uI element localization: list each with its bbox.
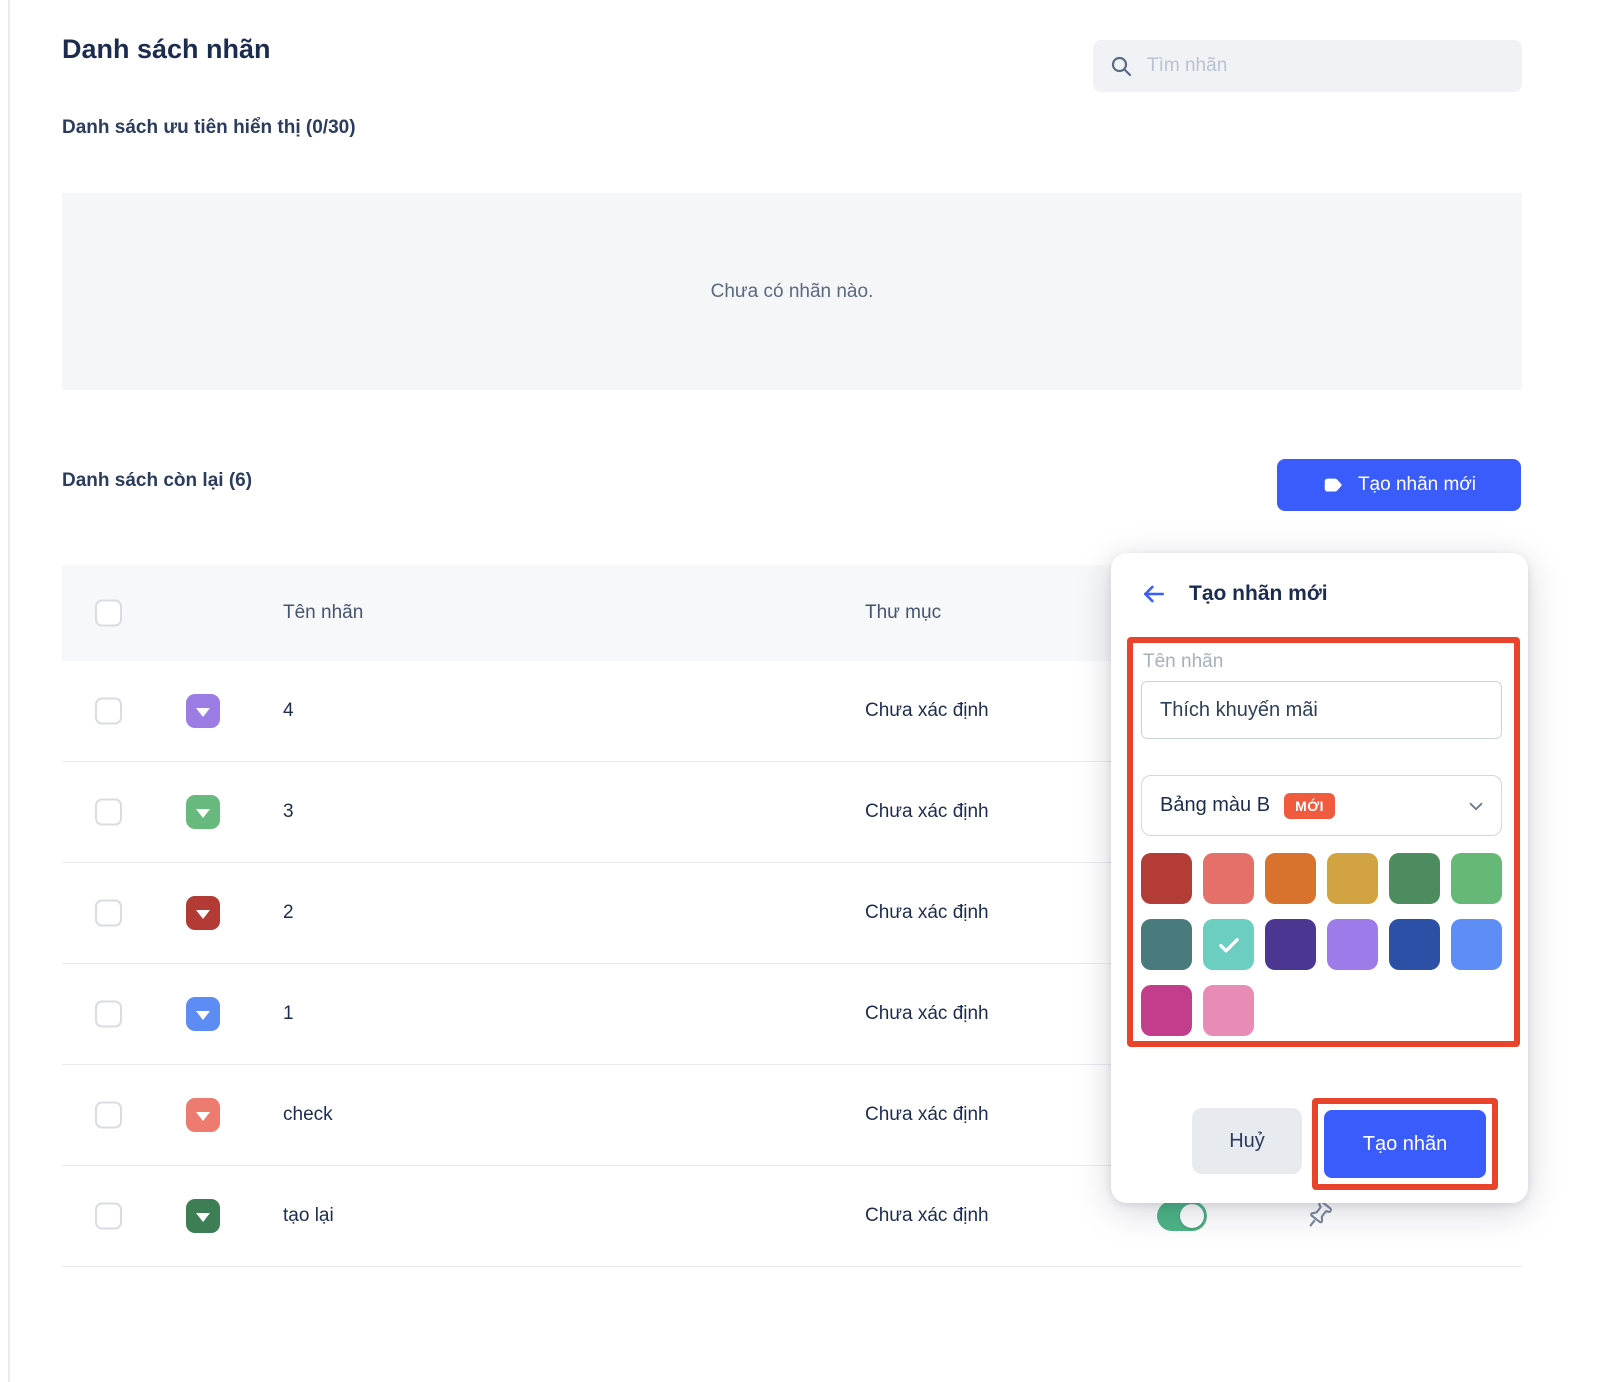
label-name: tạo lại [283, 1205, 334, 1226]
label-name: 4 [283, 700, 294, 721]
back-arrow-icon[interactable] [1141, 581, 1167, 607]
label-tag-icon[interactable] [186, 997, 220, 1031]
priority-empty-panel: Chưa có nhãn nào. [62, 193, 1522, 390]
color-swatch[interactable] [1327, 853, 1378, 904]
create-label-button[interactable]: Tạo nhãn mới [1277, 459, 1521, 511]
priority-section-label: Danh sách ưu tiên hiển thị (0/30) [62, 117, 356, 138]
label-tag-icon[interactable] [186, 694, 220, 728]
search-input[interactable] [1147, 55, 1506, 77]
new-badge: MỚI [1284, 792, 1336, 819]
caret-down-icon [196, 1111, 210, 1121]
cancel-button[interactable]: Huỷ [1192, 1108, 1302, 1174]
chevron-down-icon [1469, 802, 1483, 810]
caret-down-icon [196, 808, 210, 818]
label-name: check [283, 1104, 333, 1125]
tag-icon [1324, 478, 1342, 492]
row-checkbox[interactable] [95, 1202, 122, 1230]
page-title: Danh sách nhãn [62, 34, 271, 64]
palette-select[interactable]: Bảng màu B MỚI [1141, 775, 1502, 836]
row-checkbox[interactable] [95, 697, 122, 725]
label-name: 2 [283, 902, 294, 923]
caret-down-icon [196, 707, 210, 717]
name-field-label: Tên nhãn [1143, 651, 1224, 672]
label-folder: Chưa xác định [865, 1205, 989, 1226]
label-folder: Chưa xác định [865, 1104, 989, 1125]
visibility-toggle[interactable] [1157, 1201, 1207, 1231]
row-checkbox[interactable] [95, 1000, 122, 1028]
color-swatch[interactable] [1141, 853, 1192, 904]
label-tag-icon[interactable] [186, 896, 220, 930]
create-label-popup: Tạo nhãn mới Tên nhãn Bảng màu B MỚI Huỷ… [1111, 553, 1528, 1203]
page-left-divider [8, 0, 10, 1382]
pin-icon[interactable] [1302, 1200, 1334, 1232]
color-swatch[interactable] [1141, 919, 1192, 970]
row-checkbox[interactable] [95, 798, 122, 826]
color-swatch[interactable] [1389, 853, 1440, 904]
caret-down-icon [196, 909, 210, 919]
search-icon [1111, 56, 1132, 77]
label-folder: Chưa xác định [865, 1003, 989, 1024]
form-highlight-box: Tên nhãn Bảng màu B MỚI [1127, 637, 1520, 1047]
column-header-name: Tên nhãn [283, 602, 364, 623]
row-checkbox[interactable] [95, 1101, 122, 1129]
label-folder: Chưa xác định [865, 801, 989, 822]
color-swatch[interactable] [1265, 919, 1316, 970]
color-swatch[interactable] [1389, 919, 1440, 970]
label-folder: Chưa xác định [865, 700, 989, 721]
popup-header: Tạo nhãn mới [1141, 581, 1328, 607]
submit-highlight-box: Tạo nhãn [1312, 1098, 1498, 1190]
color-swatch[interactable] [1265, 853, 1316, 904]
color-swatch[interactable] [1327, 919, 1378, 970]
label-folder: Chưa xác định [865, 902, 989, 923]
remaining-section-label: Danh sách còn lại (6) [62, 470, 253, 491]
caret-down-icon [196, 1212, 210, 1222]
color-swatch-grid [1141, 853, 1506, 1036]
row-checkbox[interactable] [95, 899, 122, 927]
color-swatch[interactable] [1203, 985, 1254, 1036]
color-swatch-selected[interactable] [1203, 919, 1254, 970]
toggle-knob [1180, 1204, 1204, 1228]
color-swatch[interactable] [1141, 985, 1192, 1036]
label-name-input[interactable] [1141, 681, 1502, 739]
label-tag-icon[interactable] [186, 1098, 220, 1132]
palette-name: Bảng màu B [1160, 794, 1271, 816]
column-header-folder: Thư mục [865, 602, 942, 623]
empty-state-text: Chưa có nhãn nào. [710, 280, 874, 302]
select-all-checkbox[interactable] [95, 599, 122, 627]
check-icon [1218, 937, 1239, 952]
label-name: 3 [283, 801, 294, 822]
caret-down-icon [196, 1010, 210, 1020]
color-swatch[interactable] [1451, 919, 1502, 970]
label-tag-icon[interactable] [186, 795, 220, 829]
label-name: 1 [283, 1003, 294, 1024]
create-label-button-text: Tạo nhãn mới [1357, 474, 1477, 495]
color-swatch[interactable] [1203, 853, 1254, 904]
search-box[interactable] [1093, 40, 1522, 92]
color-swatch[interactable] [1451, 853, 1502, 904]
popup-title: Tạo nhãn mới [1189, 582, 1328, 605]
submit-button[interactable]: Tạo nhãn [1324, 1110, 1486, 1178]
label-tag-icon[interactable] [186, 1199, 220, 1233]
